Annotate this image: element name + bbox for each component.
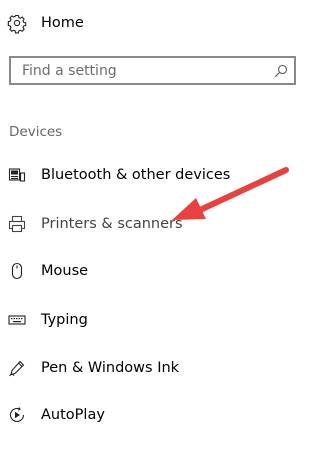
menu-item-typing[interactable]: Typing xyxy=(0,304,300,336)
menu-item-label: AutoPlay xyxy=(41,407,105,423)
nav-home-label: Home xyxy=(41,15,84,31)
menu-item-bluetooth[interactable]: Bluetooth & other devices xyxy=(0,159,300,191)
nav-home[interactable]: Home xyxy=(0,7,300,39)
gear-icon xyxy=(7,14,27,34)
menu-item-printers-scanners[interactable]: Printers & scanners xyxy=(0,208,300,240)
menu-item-label: Typing xyxy=(41,312,88,328)
search-input[interactable] xyxy=(11,58,262,83)
bluetooth-devices-icon xyxy=(8,166,26,184)
menu-item-autoplay[interactable]: AutoPlay xyxy=(0,399,300,431)
menu-item-mouse[interactable]: Mouse xyxy=(0,255,300,287)
menu-item-label: Printers & scanners xyxy=(41,216,183,232)
mouse-icon xyxy=(8,262,26,280)
printer-icon xyxy=(8,215,26,233)
search-icon[interactable] xyxy=(274,63,288,78)
menu-item-pen-windows-ink[interactable]: Pen & Windows Ink xyxy=(0,352,300,384)
keyboard-icon xyxy=(8,311,26,329)
section-heading-devices: Devices xyxy=(9,124,63,140)
search-box[interactable] xyxy=(9,56,296,85)
menu-item-label: Bluetooth & other devices xyxy=(41,167,231,183)
menu-item-label: Pen & Windows Ink xyxy=(41,360,180,376)
pen-icon xyxy=(8,359,26,377)
autoplay-icon xyxy=(8,406,26,424)
menu-item-label: Mouse xyxy=(41,263,89,279)
